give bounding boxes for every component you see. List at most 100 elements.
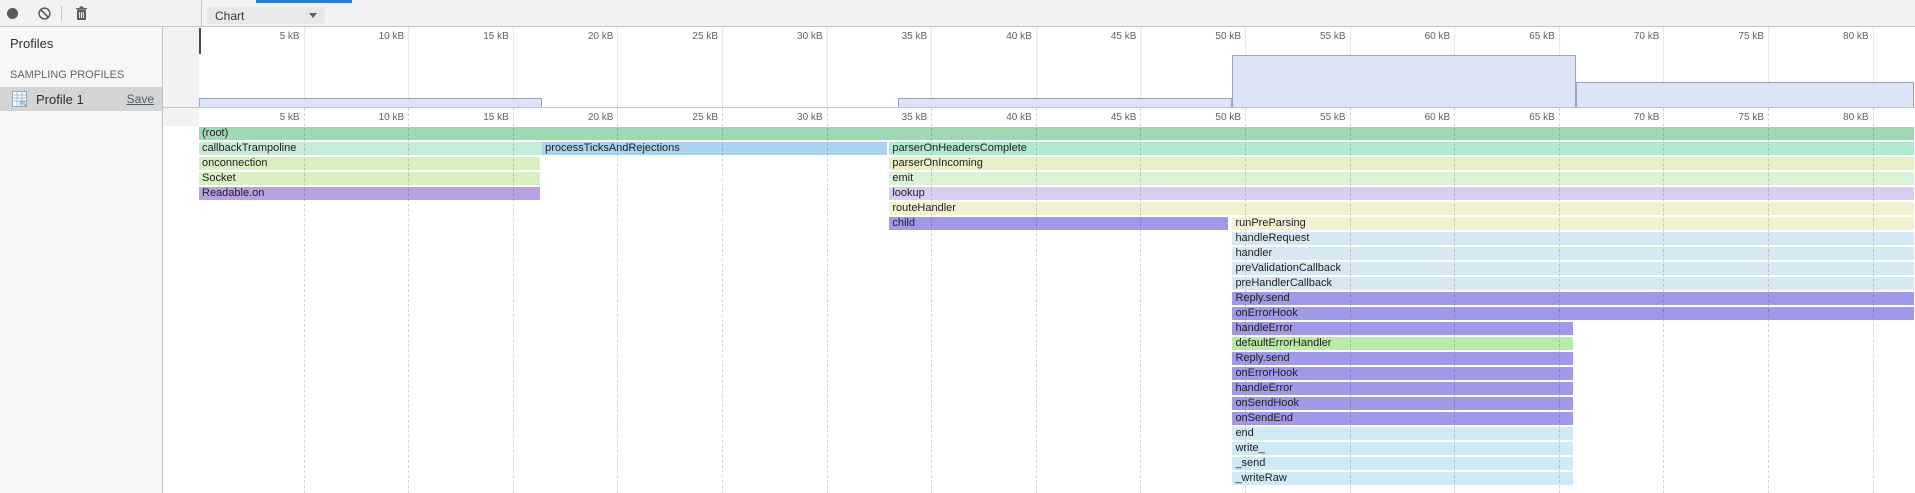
overview-axis-tick-label: 60 kB <box>1390 31 1450 42</box>
flame-bar[interactable]: handleError <box>1232 382 1573 395</box>
overview-axis-tick-label: 65 kB <box>1495 31 1555 42</box>
overview-gridline <box>931 27 932 107</box>
flame-bar[interactable]: onconnection <box>199 157 540 170</box>
flame-gridline <box>722 108 723 493</box>
flame-axis-tick-label: 75 kB <box>1704 112 1764 123</box>
flame-axis-tick-label: 15 kB <box>449 112 509 123</box>
flame-bar[interactable]: routeHandler <box>889 202 1914 215</box>
flame-bar[interactable]: parserOnHeadersComplete <box>889 142 1914 155</box>
overview-area-segment <box>199 98 542 108</box>
flame-axis-tick-label: 25 kB <box>658 112 718 123</box>
flame-bar[interactable]: emit <box>889 172 1914 185</box>
flame-bar[interactable]: parserOnIncoming <box>889 157 1914 170</box>
flame-bar[interactable]: defaultErrorHandler <box>1232 337 1573 350</box>
overview-axis-tick-label: 10 kB <box>344 31 404 42</box>
overview-axis-tick-label: 15 kB <box>449 31 509 42</box>
overview-axis-tick-label: 80 kB <box>1809 31 1869 42</box>
flame-bar[interactable]: Reply.send <box>1232 292 1914 305</box>
sidebar-item-profile-1[interactable]: % Profile 1 Save <box>0 87 162 111</box>
flame-gridline <box>617 108 618 493</box>
flame-axis-tick-label: 70 kB <box>1599 112 1659 123</box>
flame-bar[interactable]: end <box>1232 427 1573 440</box>
view-mode-value: Chart <box>215 9 244 23</box>
flame-bar[interactable]: onErrorHook <box>1232 307 1914 320</box>
overview-timeline[interactable]: 5 kB 10 kB 15 kB 20 kB 25 kB 30 kB 35 kB 40 kB 4… <box>163 27 1915 108</box>
flame-axis-tick-label: 20 kB <box>553 112 613 123</box>
flame-ruler-gutter <box>163 108 199 126</box>
overview-axis-tick-label: 20 kB <box>553 31 613 42</box>
overview-gridline <box>408 27 409 107</box>
record-icon[interactable] <box>7 8 18 19</box>
flame-bar[interactable]: (root) <box>199 127 1914 140</box>
overview-axis-tick-label: 75 kB <box>1704 31 1764 42</box>
flame-bar[interactable]: onSendEnd <box>1232 412 1573 425</box>
flame-axis-tick-label: 60 kB <box>1390 112 1450 123</box>
overview-area-segment <box>1232 55 1575 108</box>
overview-axis-tick-label: 70 kB <box>1599 31 1659 42</box>
toolbar-divider <box>201 0 202 27</box>
overview-gridline <box>1036 27 1037 107</box>
toolbar: Chart <box>0 0 1915 27</box>
flame-bar[interactable]: handler <box>1232 247 1914 260</box>
profiles-sidebar: Profiles SAMPLING PROFILES % Profile 1 S… <box>0 27 163 493</box>
overview-axis-tick-label: 45 kB <box>1076 31 1136 42</box>
save-link[interactable]: Save <box>127 92 154 106</box>
flame-axis-tick-label: 65 kB <box>1495 112 1555 123</box>
flame-bar[interactable]: callbackTrampoline <box>199 142 542 155</box>
profile-icon: % <box>12 91 27 107</box>
flame-bar[interactable]: preHandlerCallback <box>1232 277 1914 290</box>
flame-axis-tick-label: 45 kB <box>1076 112 1136 123</box>
flame-bar[interactable]: processTicksAndRejections <box>542 142 887 155</box>
flame-axis-tick-label: 35 kB <box>867 112 927 123</box>
sampling-profiles-section-label: SAMPLING PROFILES <box>10 69 124 81</box>
overview-axis-tick-label: 50 kB <box>1181 31 1241 42</box>
flame-bar[interactable]: _send <box>1232 457 1573 470</box>
overview-axis-tick-label: 25 kB <box>658 31 718 42</box>
profile-name: Profile 1 <box>36 92 84 107</box>
flame-axis-tick-label: 55 kB <box>1286 112 1346 123</box>
flame-bar[interactable]: runPreParsing <box>1232 217 1914 230</box>
flame-gridline <box>827 108 828 493</box>
overview-gridline <box>304 27 305 107</box>
overview-gridline <box>617 27 618 107</box>
svg-text:%: % <box>21 102 26 107</box>
active-tab-indicator <box>256 0 352 3</box>
flame-axis-tick-label: 10 kB <box>344 112 404 123</box>
flame-bar[interactable]: lookup <box>889 187 1914 200</box>
sidebar-heading: Profiles <box>10 36 53 51</box>
overview-gridline <box>827 27 828 107</box>
flame-axis-tick-label: 30 kB <box>763 112 823 123</box>
overview-gridline <box>513 27 514 107</box>
flame-axis-tick-label: 80 kB <box>1809 112 1869 123</box>
chevron-down-icon <box>309 13 317 18</box>
flame-bar[interactable]: Readable.on <box>199 187 540 200</box>
overview-axis-tick-label: 35 kB <box>867 31 927 42</box>
overview-axis-tick-label: 5 kB <box>240 31 300 42</box>
flame-axis-tick-label: 5 kB <box>240 112 300 123</box>
flame-bar[interactable]: write_ <box>1232 442 1573 455</box>
flame-bar[interactable]: handleRequest <box>1232 232 1914 245</box>
flame-bar[interactable]: child <box>889 217 1228 230</box>
overview-axis-tick-label: 30 kB <box>763 31 823 42</box>
profiler-panel: Chart Profiles SAMPLING PROFILES % Profi <box>0 0 1915 493</box>
flame-axis-tick-label: 50 kB <box>1181 112 1241 123</box>
flame-bar[interactable]: preValidationCallback <box>1232 262 1914 275</box>
flame-chart: 5 kB 10 kB 15 kB 20 kB 25 kB 30 kB 35 kB 40 kB 4… <box>163 108 1915 493</box>
flame-bar[interactable]: onErrorHook <box>1232 367 1573 380</box>
overview-gridline <box>1140 27 1141 107</box>
flame-bar[interactable]: Reply.send <box>1232 352 1573 365</box>
flame-axis-tick-label: 40 kB <box>972 112 1032 123</box>
clear-icon[interactable] <box>38 7 51 20</box>
view-mode-select[interactable]: Chart <box>207 7 325 24</box>
trash-icon[interactable] <box>75 6 88 21</box>
overview-axis-tick-label: 40 kB <box>972 31 1032 42</box>
overview-gridline <box>722 27 723 107</box>
overview-area-segment <box>1576 82 1915 108</box>
overview-axis-tick-label: 55 kB <box>1286 31 1346 42</box>
overview-area-segment <box>898 98 1233 108</box>
overview-left-handle[interactable] <box>199 28 201 54</box>
flame-bar[interactable]: Socket <box>199 172 540 185</box>
flame-bar[interactable]: _writeRaw <box>1232 472 1573 485</box>
flame-bar[interactable]: handleError <box>1232 322 1573 335</box>
flame-bar[interactable]: onSendHook <box>1232 397 1573 410</box>
